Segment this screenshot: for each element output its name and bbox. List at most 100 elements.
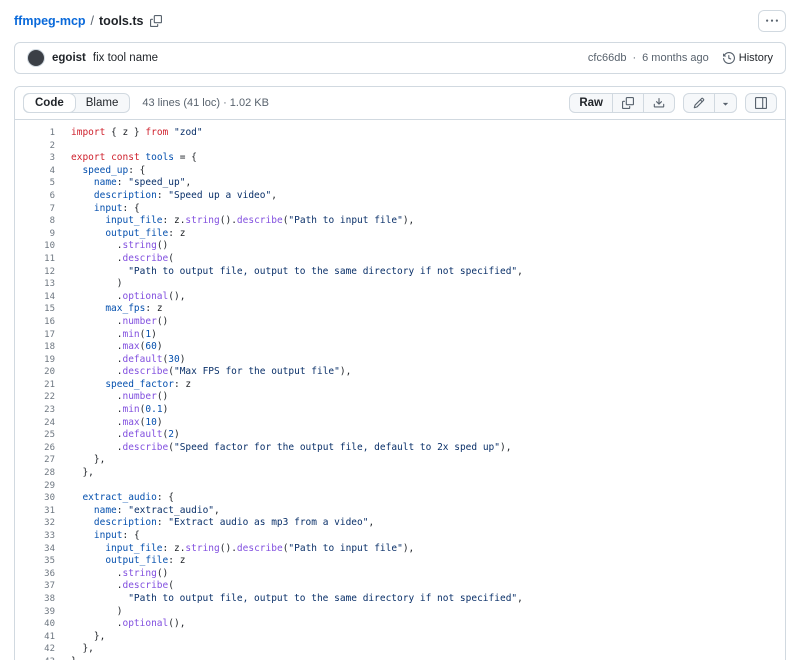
code-line: 42 }, [15, 643, 785, 656]
line-number[interactable]: 37 [15, 580, 71, 593]
line-content: .string() [71, 568, 785, 581]
line-number[interactable]: 32 [15, 517, 71, 530]
line-number[interactable]: 36 [15, 568, 71, 581]
commit-sha-link[interactable]: cfc66db [588, 52, 627, 64]
line-number[interactable]: 2 [15, 140, 71, 153]
commit-author-link[interactable]: egoist [52, 52, 86, 64]
code-line: 21 speed_factor: z [15, 379, 785, 392]
line-number[interactable]: 40 [15, 618, 71, 631]
file-header: Code Blame 43 lines (41 loc) · 1.02 KB R… [15, 87, 785, 120]
line-number[interactable]: 30 [15, 492, 71, 505]
copy-raw-button[interactable] [613, 93, 644, 113]
line-content [71, 140, 785, 153]
line-content: import { z } from "zod" [71, 127, 785, 140]
file-meta-text: 43 lines (41 loc) · 1.02 KB [142, 97, 269, 109]
download-raw-button[interactable] [644, 93, 675, 113]
line-number[interactable]: 20 [15, 366, 71, 379]
code-line: 12 "Path to output file, output to the s… [15, 266, 785, 279]
history-label: History [739, 52, 773, 64]
edit-file-button[interactable] [683, 93, 715, 113]
code-line: 38 "Path to output file, output to the s… [15, 593, 785, 606]
symbols-panel-button[interactable] [745, 93, 777, 113]
code-line: 7 input: { [15, 203, 785, 216]
line-content: max_fps: z [71, 303, 785, 316]
code-line: 27 }, [15, 454, 785, 467]
copy-path-button[interactable] [148, 13, 164, 29]
code-line: 13 ) [15, 278, 785, 291]
panel-icon [755, 97, 767, 109]
line-content: .max(60) [71, 341, 785, 354]
line-number[interactable]: 11 [15, 253, 71, 266]
line-number[interactable]: 14 [15, 291, 71, 304]
line-number[interactable]: 15 [15, 303, 71, 316]
tab-blame[interactable]: Blame [75, 94, 130, 112]
line-number[interactable]: 38 [15, 593, 71, 606]
breadcrumb-repo-link[interactable]: ffmpeg-mcp [14, 14, 86, 28]
line-number[interactable]: 3 [15, 152, 71, 165]
line-number[interactable]: 9 [15, 228, 71, 241]
code-view: 1import { z } from "zod"2 3export const … [15, 120, 785, 660]
code-line: 41 }, [15, 631, 785, 644]
line-number[interactable]: 23 [15, 404, 71, 417]
line-content: .default(2) [71, 429, 785, 442]
line-number[interactable]: 21 [15, 379, 71, 392]
line-number[interactable]: 18 [15, 341, 71, 354]
line-number[interactable]: 4 [15, 165, 71, 178]
line-number[interactable]: 13 [15, 278, 71, 291]
edit-button-group [683, 93, 737, 113]
chevron-down-icon [720, 98, 731, 109]
line-number[interactable]: 6 [15, 190, 71, 203]
line-number[interactable]: 12 [15, 266, 71, 279]
code-line: 18 .max(60) [15, 341, 785, 354]
raw-button[interactable]: Raw [569, 93, 613, 113]
history-button[interactable]: History [723, 52, 773, 64]
code-line: 5 name: "speed_up", [15, 177, 785, 190]
latest-commit-bar: egoist fix tool name cfc66db · 6 months … [14, 42, 786, 74]
code-lines: 1import { z } from "zod"2 3export const … [15, 127, 785, 660]
code-line: 32 description: "Extract audio as mp3 fr… [15, 517, 785, 530]
line-number[interactable]: 19 [15, 354, 71, 367]
line-content: .describe("Max FPS for the output file")… [71, 366, 785, 379]
line-number[interactable]: 35 [15, 555, 71, 568]
commit-message-link[interactable]: fix tool name [93, 52, 158, 64]
line-number[interactable]: 22 [15, 391, 71, 404]
edit-dropdown-button[interactable] [715, 93, 737, 113]
line-content: .describe( [71, 580, 785, 593]
line-number[interactable]: 43 [15, 656, 71, 660]
line-number[interactable]: 24 [15, 417, 71, 430]
page-overflow-button[interactable] [758, 10, 786, 32]
line-number[interactable]: 41 [15, 631, 71, 644]
line-number[interactable]: 42 [15, 643, 71, 656]
code-line: 43} [15, 656, 785, 660]
line-number[interactable]: 7 [15, 203, 71, 216]
line-content: speed_factor: z [71, 379, 785, 392]
commit-time-link[interactable]: 6 months ago [642, 52, 709, 64]
line-content [71, 480, 785, 493]
line-number[interactable]: 27 [15, 454, 71, 467]
line-number[interactable]: 10 [15, 240, 71, 253]
code-line: 10 .string() [15, 240, 785, 253]
line-number[interactable]: 33 [15, 530, 71, 543]
line-number[interactable]: 1 [15, 127, 71, 140]
line-number[interactable]: 26 [15, 442, 71, 455]
code-line: 6 description: "Speed up a video", [15, 190, 785, 203]
line-number[interactable]: 8 [15, 215, 71, 228]
line-number[interactable]: 17 [15, 329, 71, 342]
line-number[interactable]: 31 [15, 505, 71, 518]
line-number[interactable]: 29 [15, 480, 71, 493]
code-line: 23 .min(0.1) [15, 404, 785, 417]
line-number[interactable]: 5 [15, 177, 71, 190]
code-line: 4 speed_up: { [15, 165, 785, 178]
line-number[interactable]: 25 [15, 429, 71, 442]
code-line: 33 input: { [15, 530, 785, 543]
line-number[interactable]: 39 [15, 606, 71, 619]
tab-code[interactable]: Code [24, 94, 75, 112]
line-number[interactable]: 16 [15, 316, 71, 329]
line-number[interactable]: 28 [15, 467, 71, 480]
avatar[interactable] [27, 49, 45, 67]
line-number[interactable]: 34 [15, 543, 71, 556]
code-line: 39 ) [15, 606, 785, 619]
code-line: 30 extract_audio: { [15, 492, 785, 505]
file-view-page: ffmpeg-mcp / tools.ts egoist fix tool na… [0, 0, 800, 660]
history-clock-icon [723, 52, 735, 64]
